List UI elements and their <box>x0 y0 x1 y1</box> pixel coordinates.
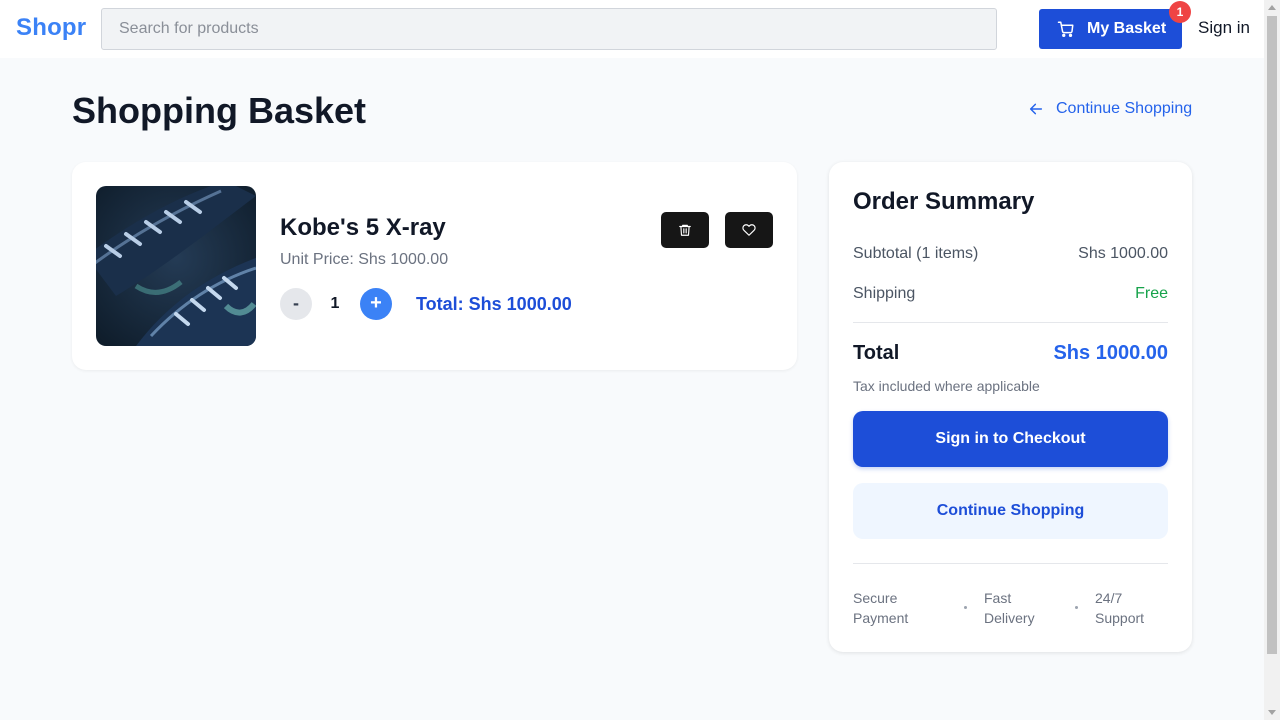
scrollbar[interactable] <box>1264 0 1280 720</box>
total-value: Shs 1000.00 <box>1053 342 1168 364</box>
continue-shopping-link-label: Continue Shopping <box>1056 100 1193 117</box>
scroll-down-arrow-icon[interactable] <box>1268 710 1276 715</box>
remove-item-button[interactable] <box>661 212 709 248</box>
heart-icon <box>742 224 756 236</box>
sign-in-link[interactable]: Sign in <box>1198 18 1250 38</box>
continue-shopping-link[interactable]: Continue Shopping <box>1028 100 1192 118</box>
feature-fast-delivery: Fast Delivery <box>984 590 1035 626</box>
arrow-left-icon <box>1029 103 1043 115</box>
basket-item-card: Kobe's 5 X-ray Unit Price: Shs 1000.00 -… <box>72 162 797 370</box>
page-title: Shopping Basket <box>72 90 367 131</box>
logo[interactable]: Shopr <box>16 14 86 42</box>
features-divider <box>853 563 1168 564</box>
sneaker-image <box>96 186 256 346</box>
item-name[interactable]: Kobe's 5 X-ray <box>280 214 446 242</box>
order-summary-title: Order Summary <box>853 188 1035 215</box>
order-summary-card: Order Summary Subtotal (1 items) Shs 100… <box>829 162 1192 652</box>
feature-secure-payment: Secure Payment <box>853 590 909 626</box>
shipping-value: Free <box>1135 285 1168 302</box>
trash-icon <box>679 224 691 236</box>
my-basket-button[interactable]: My Basket <box>1039 9 1182 49</box>
basket-count-badge: 1 <box>1169 1 1191 23</box>
subtotal-label: Subtotal (1 items) <box>853 245 979 262</box>
item-total: Total: Shs 1000.00 <box>416 294 572 314</box>
scroll-thumb[interactable] <box>1267 16 1277 654</box>
summary-divider <box>853 322 1168 323</box>
feature-support: 24/7 Support <box>1095 590 1145 626</box>
continue-shopping-button[interactable]: Continue Shopping <box>853 483 1168 539</box>
product-image[interactable] <box>96 186 256 346</box>
separator-dot <box>964 606 967 609</box>
search-input[interactable] <box>101 8 997 50</box>
basket-label: My Basket <box>1087 20 1167 37</box>
increase-quantity-button[interactable]: + <box>360 288 392 320</box>
tax-note: Tax included where applicable <box>853 378 1040 394</box>
sign-in-to-checkout-button[interactable]: Sign in to Checkout <box>853 411 1168 467</box>
quantity-value: 1 <box>330 295 340 312</box>
total-label: Total <box>853 342 900 364</box>
cart-icon <box>1057 21 1074 38</box>
subtotal-value: Shs 1000.00 <box>1078 245 1168 262</box>
scroll-up-arrow-icon[interactable] <box>1268 5 1276 10</box>
top-nav: Shopr My Basket 1 Sign in <box>0 0 1264 58</box>
add-to-wishlist-button[interactable] <box>725 212 773 248</box>
shipping-label: Shipping <box>853 285 916 302</box>
separator-dot <box>1075 606 1078 609</box>
decrease-quantity-button[interactable]: - <box>280 288 312 320</box>
unit-price: Unit Price: Shs 1000.00 <box>280 251 449 268</box>
